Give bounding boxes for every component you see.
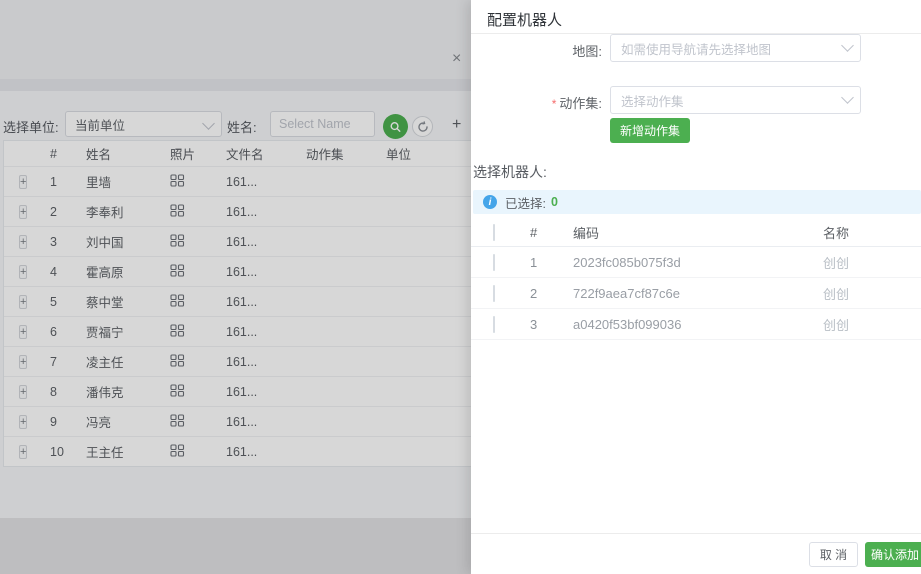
robot-index: 3 (530, 317, 573, 332)
chevron-down-icon (841, 39, 854, 52)
select-robot-label: 选择机器人: (473, 162, 547, 182)
info-icon: i (483, 195, 497, 209)
robot-name: 创创 (823, 253, 921, 272)
row-checkbox[interactable] (493, 285, 495, 302)
background-page: × 选择单位: 当前单位 姓名: + # 姓名 (0, 0, 471, 574)
robot-code: 2023fc085b075f3d (573, 255, 823, 270)
confirm-add-button[interactable]: 确认添加 (865, 542, 921, 567)
robot-name: 创创 (823, 284, 921, 303)
drawer-title: 配置机器人 (487, 9, 562, 30)
map-select-placeholder: 如需使用导航请先选择地图 (621, 39, 771, 58)
select-all-checkbox[interactable] (493, 224, 495, 241)
selected-info-bar: i 已选择: 0 (473, 190, 921, 214)
map-label: 地图: (471, 41, 602, 60)
actionset-label-text: 动作集: (559, 96, 602, 111)
modal-overlay (0, 0, 471, 574)
robot-index: 2 (530, 286, 573, 301)
actionset-label: *动作集: (471, 93, 602, 112)
map-select[interactable]: 如需使用导航请先选择地图 (610, 34, 861, 62)
chevron-down-icon (841, 91, 854, 104)
robot-row: 2 722f9aea7cf87c6e 创创 (471, 278, 921, 309)
selected-count: 0 (551, 195, 558, 209)
robot-code: 722f9aea7cf87c6e (573, 286, 823, 301)
configure-robot-drawer: 配置机器人 地图: 如需使用导航请先选择地图 *动作集: 选择动作集 新增动作集… (471, 0, 921, 574)
robot-name: 创创 (823, 315, 921, 334)
name-column-header: 名称 (823, 223, 921, 242)
robot-index: 1 (530, 255, 573, 270)
add-actionset-button[interactable]: 新增动作集 (610, 118, 690, 143)
robot-table: # 编码 名称 1 2023fc085b075f3d 创创 2 722f9aea… (471, 218, 921, 340)
robot-row: 1 2023fc085b075f3d 创创 (471, 247, 921, 278)
drawer-footer: 取 消 确认添加 (471, 533, 921, 574)
row-checkbox[interactable] (493, 254, 495, 271)
row-checkbox[interactable] (493, 316, 495, 333)
app-window: × 选择单位: 当前单位 姓名: + # 姓名 (0, 0, 921, 574)
robot-code: a0420f53bf099036 (573, 317, 823, 332)
selected-info-label: 已选择: (505, 193, 546, 212)
robot-table-body: 1 2023fc085b075f3d 创创 2 722f9aea7cf87c6e… (471, 247, 921, 340)
required-asterisk: * (552, 97, 557, 111)
cancel-button[interactable]: 取 消 (809, 542, 858, 567)
actionset-select[interactable]: 选择动作集 (610, 86, 861, 114)
actionset-select-placeholder: 选择动作集 (621, 91, 684, 110)
index-column-header: # (530, 225, 573, 240)
robot-row: 3 a0420f53bf099036 创创 (471, 309, 921, 340)
code-column-header: 编码 (573, 223, 823, 242)
robot-table-header: # 编码 名称 (471, 218, 921, 247)
